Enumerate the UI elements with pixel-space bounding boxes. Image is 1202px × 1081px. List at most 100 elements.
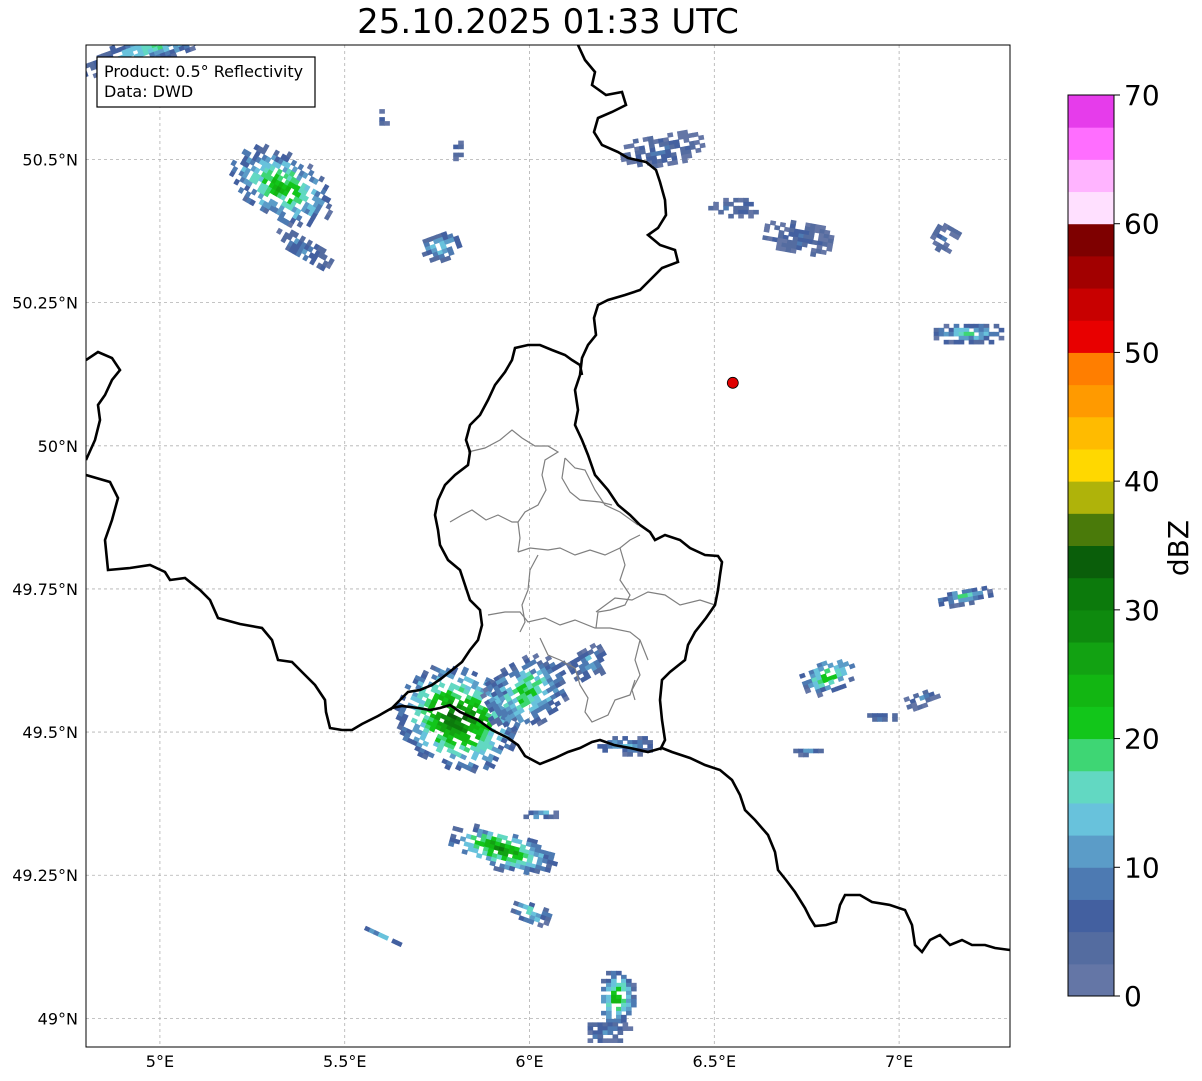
echo-pixel <box>379 117 385 122</box>
echo-pixel <box>453 144 459 150</box>
colorbar-tick-label: 70 <box>1124 79 1160 112</box>
echo-pixel <box>728 201 734 207</box>
echo-pixel <box>973 335 980 341</box>
echo-pixel <box>803 752 809 758</box>
echo-pixel <box>973 327 980 333</box>
echo-pixel <box>958 339 965 345</box>
echo-pixel <box>606 1002 612 1008</box>
echo-pixel <box>185 34 192 40</box>
lon-tick-label: 6°E <box>515 1052 543 1071</box>
colorbar-tick-label: 50 <box>1124 336 1160 369</box>
echo-pixel <box>968 335 975 341</box>
echo-pixel <box>631 1002 637 1008</box>
colorbar-band <box>1068 448 1114 482</box>
echo-pixel <box>993 331 1000 337</box>
echo-pixel <box>872 713 878 718</box>
echo-pixel <box>958 335 965 341</box>
echo-pixel <box>647 744 653 749</box>
echo-pixel <box>968 323 975 329</box>
echo-pixel <box>877 717 883 722</box>
echo-pixel <box>612 1026 619 1031</box>
echo-pixel <box>528 810 535 816</box>
echo-pixel <box>753 209 759 215</box>
echo-pixel <box>616 998 622 1004</box>
echo-pixel <box>626 982 632 988</box>
echo-pixel <box>943 331 950 337</box>
echo-pixel <box>973 323 980 329</box>
echo-pixel <box>184 30 191 36</box>
latitude-labels: 50.5°N 50.25°N 50°N 49.75°N 49.5°N 49.25°N 49°… <box>12 151 78 1029</box>
echo-pixel <box>182 27 189 33</box>
echo-pixel <box>692 131 699 138</box>
echo-pixel <box>699 142 706 149</box>
echo-pixel <box>607 1030 614 1035</box>
echo-pixel <box>820 249 827 255</box>
echo-pixel <box>683 137 690 144</box>
echo-pixel <box>154 37 161 43</box>
echo-pixel <box>611 970 617 976</box>
echo-pixel <box>587 1030 594 1035</box>
echo-pixel <box>606 998 612 1004</box>
echo-pixel <box>981 585 988 592</box>
echo-pixel <box>218 22 225 28</box>
lat-tick-label: 49.25°N <box>12 866 78 885</box>
echo-pixel <box>597 1026 604 1031</box>
echo-pixel <box>201 20 208 26</box>
echo-pixel <box>983 327 990 333</box>
colorbar-band <box>1068 963 1114 997</box>
colorbar-band <box>1068 770 1114 804</box>
echo-pixel <box>743 197 749 203</box>
echo-pixel <box>611 986 617 992</box>
colorbar-band <box>1068 288 1114 321</box>
echo-pixel <box>958 601 966 608</box>
echo-pixel <box>818 748 824 754</box>
lon-tick-label: 5.5°E <box>323 1052 367 1071</box>
echo-pixel <box>632 740 638 745</box>
echo-pixel <box>626 990 632 996</box>
colorbar-band <box>1068 899 1114 933</box>
echo-pixel <box>606 1010 612 1016</box>
echo-pixel <box>453 156 459 162</box>
echo-pixel <box>587 1026 594 1031</box>
colorbar-band <box>1068 416 1114 450</box>
echo-pixel <box>176 25 183 31</box>
echo-pixel <box>748 201 754 207</box>
lon-tick-label: 6.5°E <box>693 1052 737 1071</box>
echo-pixel <box>637 740 643 745</box>
echo-pixel <box>592 1022 599 1027</box>
echo-pixel <box>723 197 729 203</box>
echo-pixel <box>826 246 833 252</box>
echo-pixel <box>626 998 632 1004</box>
echo-pixel <box>631 998 637 1004</box>
echo-pixel <box>978 339 985 345</box>
echo-pixel <box>217 18 224 24</box>
echo-pixel <box>667 132 674 138</box>
echo-pixel <box>987 592 994 599</box>
echo-pixel <box>674 143 681 149</box>
echo-pixel <box>186 21 193 27</box>
echo-pixel <box>953 339 960 345</box>
echo-pixel <box>733 205 739 211</box>
colorbar-band <box>1068 513 1114 546</box>
echo-pixel <box>606 982 612 988</box>
echo-pixel <box>695 147 702 154</box>
echo-pixel <box>611 982 617 988</box>
colorbar-band <box>1068 384 1114 418</box>
echo-pixel <box>748 209 754 215</box>
echo-pixel <box>657 162 664 168</box>
echo-pixel <box>523 814 530 820</box>
echo-pixel <box>798 748 804 754</box>
echo-pixel <box>143 37 150 43</box>
echo-pixel <box>958 331 965 337</box>
colorbar-band <box>1068 706 1114 740</box>
echo-pixel <box>607 1038 614 1043</box>
echo-pixel <box>199 29 206 35</box>
echo-pixel <box>607 1026 614 1031</box>
echo-pixel <box>938 327 945 333</box>
echo-pixel <box>617 1038 624 1043</box>
echo-pixel <box>738 209 744 215</box>
echo-pixel <box>933 335 940 341</box>
echo-pixel <box>671 159 679 166</box>
echo-pixel <box>963 331 970 337</box>
colorbar-band <box>1068 481 1114 514</box>
